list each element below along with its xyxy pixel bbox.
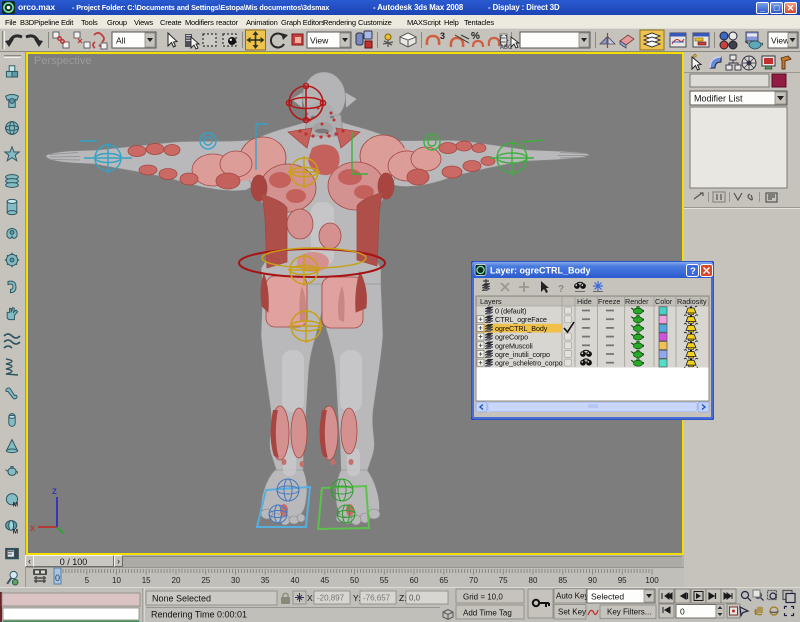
svg-text:View: View: [310, 36, 329, 46]
svg-text:None Selected: None Selected: [152, 594, 211, 604]
svg-text:40: 40: [291, 576, 300, 585]
svg-text:0,0: 0,0: [409, 594, 421, 603]
svg-text:ogreCTRL_Body: ogreCTRL_Body: [495, 324, 548, 333]
svg-text:Rendering Time 0:00:01: Rendering Time 0:00:01: [151, 610, 247, 620]
svg-text:90: 90: [588, 576, 597, 585]
svg-text:0: 0: [680, 607, 685, 617]
svg-text:All: All: [116, 36, 126, 46]
svg-text:5: 5: [85, 576, 90, 585]
svg-text:Freeze: Freeze: [598, 297, 620, 306]
svg-text:10: 10: [112, 576, 121, 585]
svg-text:ogre_inutili_corpo: ogre_inutili_corpo: [495, 350, 550, 359]
svg-text:Add Time Tag: Add Time Tag: [463, 609, 512, 618]
svg-text:ogreCorpo: ogreCorpo: [495, 333, 528, 342]
svg-text:Grid = 10,0: Grid = 10,0: [463, 593, 503, 602]
svg-text:25: 25: [201, 576, 210, 585]
svg-text:-20,897: -20,897: [317, 594, 345, 603]
svg-text:Key Filters...: Key Filters...: [607, 608, 651, 617]
svg-text:70: 70: [469, 576, 478, 585]
svg-text:Radiosity: Radiosity: [677, 297, 707, 306]
svg-text:75: 75: [499, 576, 508, 585]
svg-text:50: 50: [350, 576, 359, 585]
svg-text:0 (default): 0 (default): [495, 307, 526, 316]
svg-text:Set Key: Set Key: [558, 608, 586, 617]
svg-text:Layer: ogreCTRL_Body: Layer: ogreCTRL_Body: [490, 266, 591, 276]
svg-text:85: 85: [558, 576, 567, 585]
svg-text:?: ?: [558, 284, 564, 295]
svg-text:M: M: [13, 528, 18, 535]
svg-text:20: 20: [172, 576, 181, 585]
svg-text:-76,657: -76,657: [363, 594, 391, 603]
svg-text:Auto Key: Auto Key: [556, 592, 588, 601]
svg-text:z: z: [52, 486, 57, 497]
svg-text:Render: Render: [625, 297, 649, 306]
svg-text:?: ?: [690, 266, 696, 277]
svg-text:ogre_scheletro_corpo: ogre_scheletro_corpo: [495, 359, 563, 368]
svg-text:80: 80: [529, 576, 538, 585]
svg-text:x: x: [30, 523, 35, 534]
svg-text:0: 0: [55, 573, 60, 583]
svg-text:35: 35: [261, 576, 270, 585]
svg-text:View: View: [771, 36, 790, 46]
svg-text:ogreMuscoli: ogreMuscoli: [495, 341, 533, 350]
svg-text:Color: Color: [655, 297, 673, 306]
svg-text:3: 3: [440, 31, 445, 41]
svg-text:Modifier List: Modifier List: [694, 94, 743, 104]
svg-text:CTRL_ogreFace: CTRL_ogreFace: [495, 315, 547, 324]
svg-text:Selected: Selected: [591, 592, 624, 602]
svg-text:55: 55: [380, 576, 389, 585]
svg-text:45: 45: [320, 576, 329, 585]
svg-text:65: 65: [439, 576, 448, 585]
svg-text:100: 100: [645, 576, 659, 585]
svg-text:M: M: [13, 501, 18, 508]
svg-text:15: 15: [142, 576, 151, 585]
svg-text:Hide: Hide: [577, 297, 592, 306]
svg-text:Layers: Layers: [480, 297, 502, 306]
svg-text:30: 30: [231, 576, 240, 585]
svg-text:60: 60: [410, 576, 419, 585]
svg-text:Y:: Y:: [353, 593, 361, 603]
svg-text:Z:: Z:: [399, 593, 407, 603]
svg-text:Perspective: Perspective: [34, 55, 91, 67]
svg-text:95: 95: [618, 576, 627, 585]
